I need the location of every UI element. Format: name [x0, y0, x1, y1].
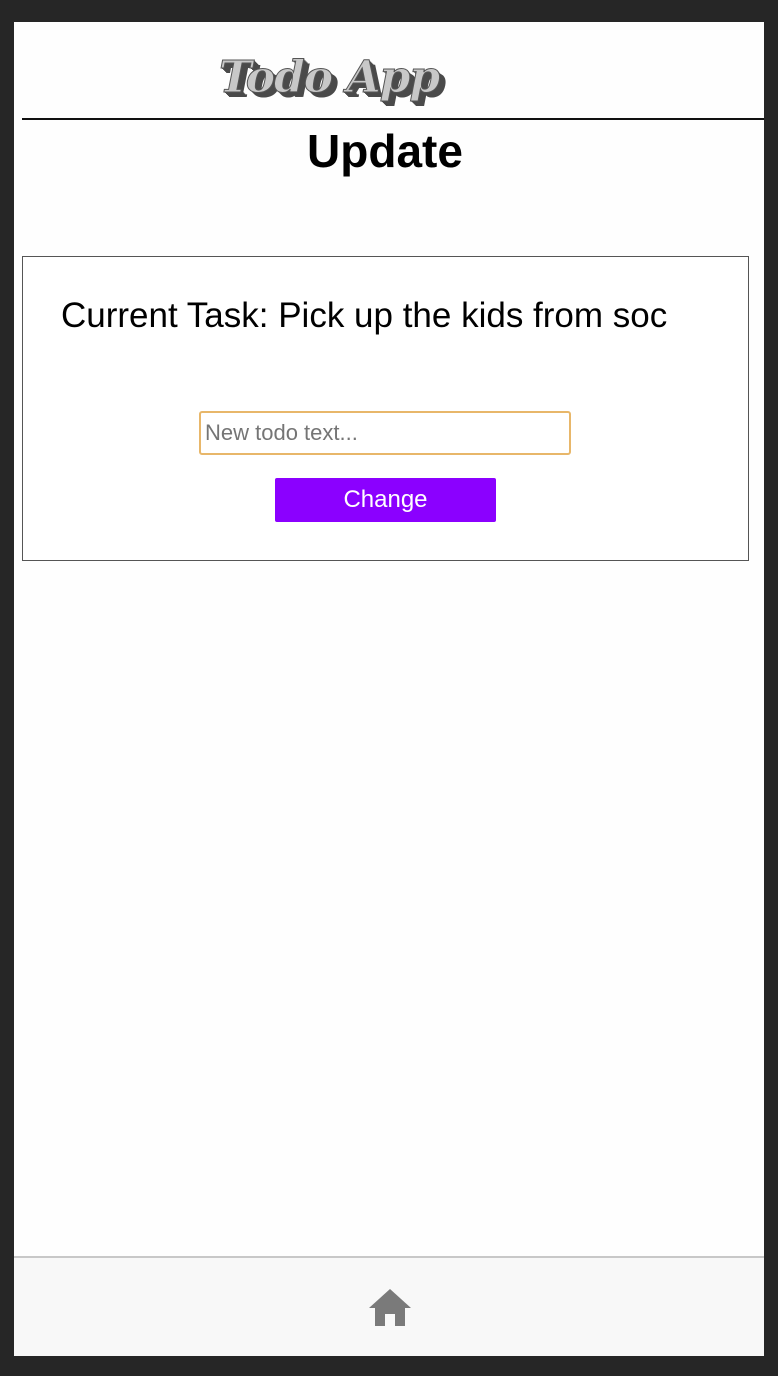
app-screen: Todo App Update Current Task: Pick up th…	[14, 22, 764, 1356]
header-divider	[22, 118, 764, 120]
new-todo-input[interactable]	[199, 411, 571, 455]
update-card: Current Task: Pick up the kids from soc …	[22, 256, 749, 561]
change-button[interactable]: Change	[275, 478, 496, 522]
home-button[interactable]	[367, 1286, 413, 1330]
bottom-nav-bar	[14, 1256, 764, 1356]
app-logo: Todo App	[218, 52, 440, 103]
home-icon	[369, 1289, 411, 1326]
page-title: Update	[307, 125, 463, 177]
current-task-label: Current Task: Pick up the kids from soc	[61, 296, 668, 335]
